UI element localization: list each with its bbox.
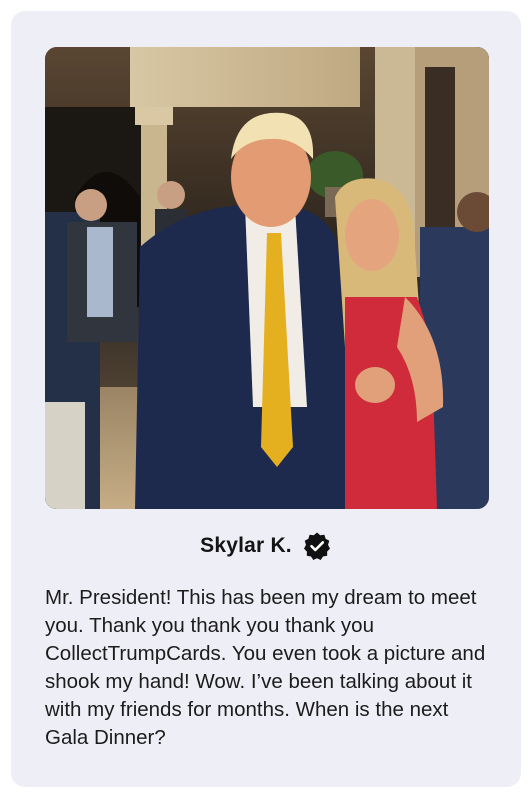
author-name: Skylar K. [200, 534, 292, 557]
testimonial-photo [45, 47, 489, 509]
testimonial-card: Skylar K. Mr. President! This has been m… [11, 11, 521, 787]
verified-badge-icon [302, 531, 332, 561]
author-row: Skylar K. [11, 530, 521, 562]
testimonial-text: Mr. President! This has been my dream to… [45, 586, 486, 749]
